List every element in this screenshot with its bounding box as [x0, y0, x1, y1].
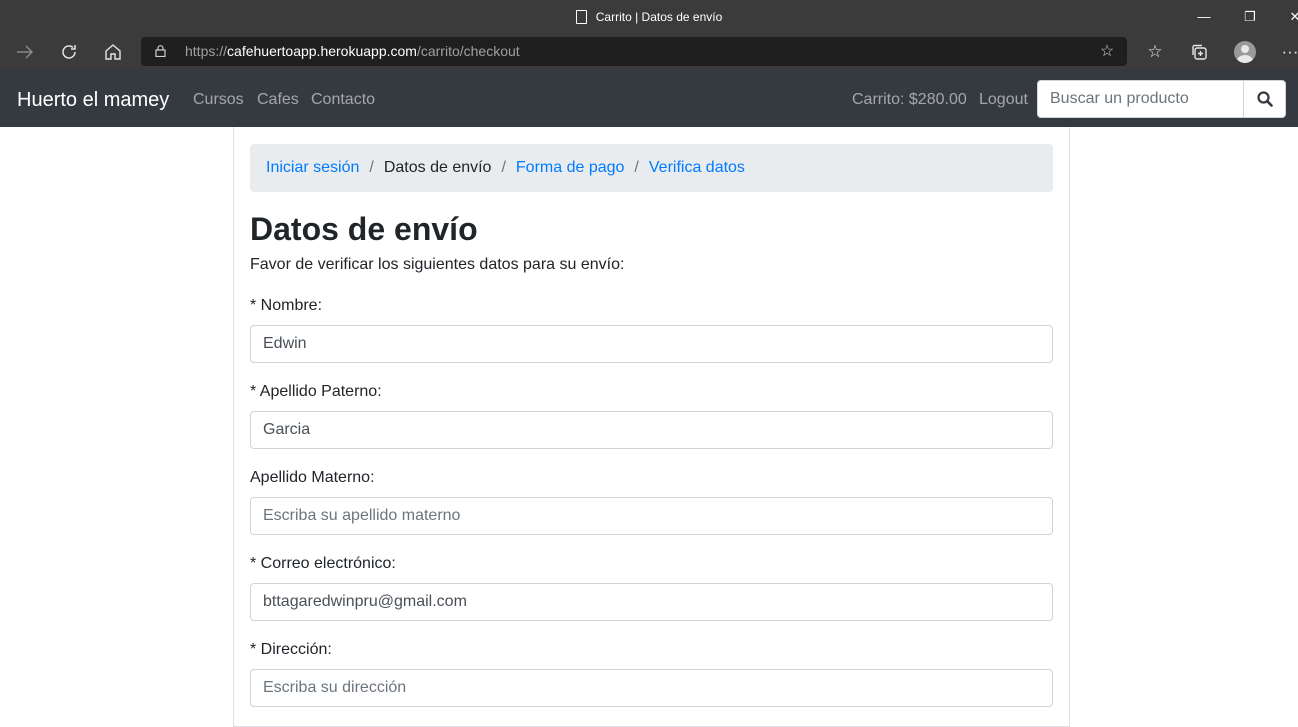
direccion-field[interactable]	[250, 669, 1053, 707]
breadcrumb-separator: /	[369, 159, 374, 176]
search-icon	[1256, 91, 1273, 107]
url-path: /carrito/checkout	[416, 43, 520, 59]
reload-button[interactable]	[47, 33, 91, 70]
apellido-materno-field[interactable]	[250, 497, 1053, 535]
cart-link[interactable]: Carrito: $280.00	[852, 70, 967, 127]
logout-link[interactable]: Logout	[979, 70, 1028, 127]
forward-arrow-icon	[17, 44, 34, 59]
url-scheme: https://	[185, 43, 228, 59]
reload-icon	[62, 44, 76, 59]
breadcrumb-separator: /	[501, 159, 506, 176]
apellido-paterno-label: * Apellido Paterno:	[250, 383, 382, 400]
correo-field[interactable]	[250, 583, 1053, 621]
direccion-label: * Dirección:	[250, 641, 332, 658]
apellido-materno-label: Apellido Materno:	[250, 469, 375, 486]
document-icon	[575, 9, 587, 24]
breadcrumb-iniciar-sesion[interactable]: Iniciar sesión	[266, 159, 359, 177]
page-subtitle: Favor de verificar los siguientes datos …	[250, 256, 625, 273]
window-title: Carrito | Datos de envío	[0, 0, 1298, 33]
nav-link-cursos[interactable]: Cursos	[193, 70, 244, 127]
add-favorite-icon[interactable]: ☆	[1097, 42, 1117, 62]
search-input[interactable]	[1037, 80, 1244, 118]
nav-link-cafes[interactable]: Cafes	[257, 70, 299, 127]
more-menu-icon[interactable]: ···	[1268, 33, 1298, 70]
tab-title: Carrito | Datos de envío	[595, 9, 723, 24]
forward-button[interactable]	[3, 33, 47, 70]
home-button[interactable]	[91, 33, 135, 70]
close-window-button[interactable]: ✕	[1272, 0, 1298, 33]
breadcrumb-separator: /	[634, 159, 639, 176]
restore-button[interactable]: ❐	[1227, 0, 1273, 33]
address-bar[interactable]: https://cafehuertoapp.herokuapp.com/carr…	[141, 37, 1127, 66]
breadcrumb-forma-pago[interactable]: Forma de pago	[516, 159, 625, 177]
minimize-button[interactable]: —	[1181, 0, 1227, 33]
apellido-paterno-field[interactable]	[250, 411, 1053, 449]
nombre-label: * Nombre:	[250, 297, 323, 314]
page-title: Datos de envío	[250, 211, 478, 247]
breadcrumb: Iniciar sesión / Datos de envío / Forma …	[250, 144, 1053, 192]
browser-toolbar: https://cafehuertoapp.herokuapp.com/carr…	[0, 33, 1298, 70]
favorites-icon[interactable]: ☆	[1133, 33, 1177, 70]
collections-glyph	[1192, 44, 1207, 60]
url-text: https://cafehuertoapp.herokuapp.com/carr…	[185, 37, 520, 66]
nav-link-contacto[interactable]: Contacto	[311, 70, 375, 127]
breadcrumb-datos-envio: Datos de envío	[383, 159, 492, 176]
collections-icon[interactable]	[1177, 33, 1221, 70]
avatar-icon	[1234, 40, 1256, 63]
browser-title-bar: Carrito | Datos de envío — ❐ ✕	[0, 0, 1298, 33]
correo-label: * Correo electrónico:	[250, 555, 396, 572]
url-host: cafehuertoapp.herokuapp.com	[227, 43, 417, 59]
search-button[interactable]	[1243, 80, 1286, 118]
breadcrumb-verifica-datos[interactable]: Verifica datos	[649, 159, 745, 177]
site-navbar: Huerto el mamey Cursos Cafes Contacto Ca…	[0, 70, 1298, 127]
brand-logo[interactable]: Huerto el mamey	[17, 70, 169, 127]
nombre-field[interactable]	[250, 325, 1053, 363]
checkout-card: Iniciar sesión / Datos de envío / Forma …	[233, 127, 1070, 727]
lock-icon	[155, 45, 166, 57]
profile-button[interactable]	[1223, 33, 1267, 70]
home-icon	[105, 43, 121, 60]
